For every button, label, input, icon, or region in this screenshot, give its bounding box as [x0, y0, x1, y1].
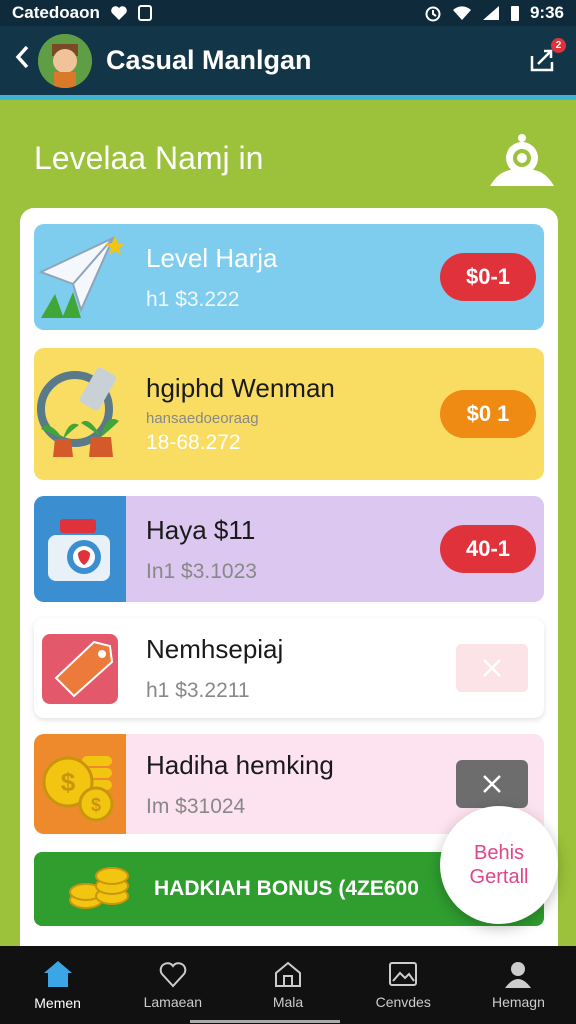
- bell-icon: [490, 134, 554, 186]
- nav-item-house[interactable]: Mala: [230, 946, 345, 1024]
- nav-item-gallery[interactable]: Cenvdes: [346, 946, 461, 1024]
- item-text: Hadiha hemking Im $31024: [126, 750, 456, 819]
- chevron-left-icon: [15, 45, 29, 69]
- home-icon: [43, 961, 72, 987]
- item-subtitle: 18-68.272: [146, 431, 241, 454]
- notification-badge: 2: [551, 37, 566, 53]
- item-title: Haya $11: [146, 514, 256, 545]
- avatar[interactable]: [38, 33, 92, 88]
- status-bar: Catedoaon 9:36: [0, 0, 576, 26]
- sim-card-icon: [137, 5, 152, 21]
- coin-stack-icon: [68, 862, 134, 917]
- fab-line-2: Gertall: [469, 866, 529, 888]
- status-right: 9:36: [424, 3, 564, 23]
- close-icon: [483, 775, 501, 793]
- person-icon: [505, 962, 532, 988]
- house-outline-icon: [275, 961, 301, 987]
- bonus-label: HADKIAH BONUS (4ZE600: [154, 877, 419, 900]
- share-button[interactable]: 2: [528, 37, 566, 78]
- back-button[interactable]: [14, 44, 36, 77]
- item-title: Hadiha hemking: [146, 749, 334, 780]
- carrier-label: Catedoaon: [12, 3, 100, 22]
- app-title: Casual Manlgan: [106, 45, 312, 75]
- list-item[interactable]: Nemhsepiaj h1 $3.2211: [34, 618, 544, 718]
- app-bar: Casual Manlgan 2: [0, 26, 576, 100]
- battery-icon: [510, 4, 520, 22]
- item-text: Haya $11 In1 $3.1023: [126, 515, 440, 584]
- camera-icon: [34, 496, 126, 602]
- home-indicator: [190, 1020, 340, 1023]
- action-pill-button[interactable]: $0-1: [440, 253, 536, 301]
- dismiss-button[interactable]: [456, 644, 528, 692]
- coins-icon: $ $: [34, 734, 126, 834]
- svg-text:$: $: [61, 767, 76, 797]
- item-title: Nemhsepiaj: [146, 633, 284, 664]
- list-item[interactable]: Haya $11 In1 $3.1023 40-1: [34, 496, 544, 602]
- wifi-icon: [452, 5, 472, 21]
- paper-plane-icon: [34, 224, 126, 330]
- price-tag-icon: [34, 618, 126, 718]
- signal-icon: [482, 5, 500, 21]
- item-caption: hansaedoeoraag: [146, 410, 259, 427]
- svg-text:$: $: [91, 795, 101, 815]
- nav-label: Mala: [272, 994, 304, 1010]
- plant-icon: [34, 348, 126, 480]
- close-icon: [483, 659, 501, 677]
- clock-label: 9:36: [529, 3, 564, 22]
- fab-line-1: Behis: [473, 842, 525, 864]
- item-subtitle: h1 $3.222: [146, 287, 240, 311]
- item-subtitle: Im $31024: [146, 794, 246, 818]
- heart-outline-icon: [159, 962, 187, 988]
- image-icon: [389, 962, 418, 986]
- item-text: Nemhsepiaj h1 $3.2211: [126, 634, 456, 703]
- floating-action-button[interactable]: Behis Gertall: [440, 806, 558, 924]
- action-pill-button[interactable]: $0 1: [440, 390, 536, 438]
- dismiss-button[interactable]: [456, 760, 528, 808]
- nav-label: Cenvdes: [375, 994, 431, 1010]
- item-subtitle: h1 $3.2211: [146, 678, 250, 702]
- status-left: Catedoaon: [12, 3, 152, 23]
- notification-bell-button[interactable]: [488, 128, 556, 190]
- item-title: Level Harja: [146, 242, 278, 273]
- action-pill-button[interactable]: 40-1: [440, 525, 536, 573]
- section-title: Levelaa Namj in: [34, 140, 264, 176]
- alarm-icon: [424, 4, 442, 22]
- nav-label: Lamaean: [143, 994, 202, 1010]
- item-text: Level Harja h1 $3.222: [126, 243, 440, 312]
- item-text: hgiphd Wenman hansaedoeoraag 18-68.272: [126, 373, 440, 455]
- heart-icon: [110, 5, 128, 21]
- list-item[interactable]: Level Harja h1 $3.222 $0-1: [34, 224, 544, 330]
- item-title: hgiphd Wenman: [146, 373, 335, 403]
- nav-item-home[interactable]: Memen: [0, 946, 115, 1024]
- nav-item-profile[interactable]: Hemagn: [461, 946, 576, 1024]
- list-item[interactable]: hgiphd Wenman hansaedoeoraag 18-68.272 $…: [34, 348, 544, 480]
- nav-label: Hemagn: [491, 994, 545, 1010]
- nav-item-favorites[interactable]: Lamaean: [115, 946, 230, 1024]
- nav-label: Memen: [34, 995, 81, 1011]
- bottom-nav: Memen Lamaean Mala Cenvdes Hemagn: [0, 946, 576, 1024]
- item-subtitle: In1 $3.1023: [146, 559, 257, 583]
